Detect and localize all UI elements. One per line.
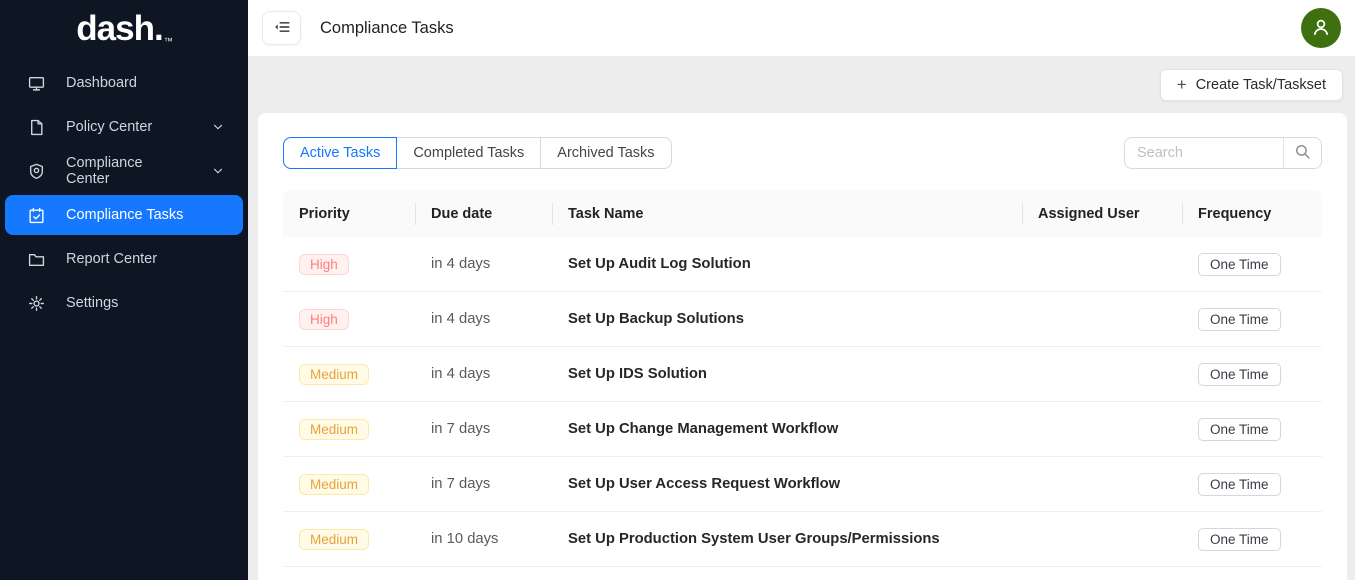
priority-badge: Medium [299, 529, 369, 550]
frequency-badge: One Time [1198, 418, 1281, 441]
table-body: High in 4 days Set Up Audit Log Solution… [283, 237, 1322, 567]
task-name-cell: Set Up User Access Request Workflow [552, 476, 1022, 492]
frequency-cell: One Time [1182, 308, 1322, 331]
sidebar-item-label: Report Center [66, 251, 157, 267]
frequency-cell: One Time [1182, 528, 1322, 551]
due-date-cell: in 4 days [415, 311, 552, 327]
tasks-table: Priority Due date Task Name Assigned Use… [283, 190, 1322, 567]
plus-icon: + [1177, 76, 1187, 93]
column-header-assigned-user: Assigned User [1022, 190, 1182, 237]
priority-badge: High [299, 254, 349, 275]
frequency-cell: One Time [1182, 473, 1322, 496]
user-avatar[interactable] [1301, 8, 1341, 48]
trademark-symbol: ™ [164, 36, 173, 46]
due-date-cell: in 7 days [415, 421, 552, 437]
priority-cell: High [283, 254, 415, 275]
shield-icon [28, 163, 45, 180]
brand-logo-text: dash. [76, 10, 162, 49]
sidebar-item-policy-center[interactable]: Policy Center [5, 107, 243, 147]
priority-cell: High [283, 309, 415, 330]
search-icon [1294, 143, 1311, 163]
frequency-badge: One Time [1198, 308, 1281, 331]
task-name-cell: Set Up Production System User Groups/Per… [552, 531, 1022, 547]
table-row[interactable]: Medium in 4 days Set Up IDS Solution One… [283, 347, 1322, 402]
sidebar-nav: Dashboard Policy Center Compliance Cente… [0, 58, 248, 327]
table-row[interactable]: Medium in 10 days Set Up Production Syst… [283, 512, 1322, 567]
search-input[interactable] [1125, 138, 1283, 168]
sidebar-item-compliance-tasks[interactable]: Compliance Tasks [5, 195, 243, 235]
column-header-priority: Priority [283, 190, 415, 237]
tab-archived-tasks[interactable]: Archived Tasks [541, 138, 670, 168]
sidebar-item-report-center[interactable]: Report Center [5, 239, 243, 279]
frequency-badge: One Time [1198, 363, 1281, 386]
priority-badge: Medium [299, 419, 369, 440]
priority-cell: Medium [283, 529, 415, 550]
chevron-down-icon [211, 120, 225, 134]
sidebar-item-label: Policy Center [66, 119, 152, 135]
tasks-card: Active Tasks Completed Tasks Archived Ta… [258, 113, 1347, 580]
chevron-down-icon [211, 164, 225, 178]
priority-cell: Medium [283, 419, 415, 440]
priority-cell: Medium [283, 364, 415, 385]
menu-fold-icon [273, 18, 291, 39]
column-header-frequency: Frequency [1182, 190, 1322, 237]
column-header-task-name: Task Name [552, 190, 1022, 237]
frequency-badge: One Time [1198, 253, 1281, 276]
top-header: Compliance Tasks [248, 0, 1355, 57]
tab-completed-tasks[interactable]: Completed Tasks [397, 138, 541, 168]
brand-logo: dash.™ [0, 0, 248, 58]
task-tabs: Active Tasks Completed Tasks Archived Ta… [283, 137, 672, 169]
table-header: Priority Due date Task Name Assigned Use… [283, 190, 1322, 237]
sidebar-item-label: Compliance Center [66, 155, 190, 187]
frequency-cell: One Time [1182, 363, 1322, 386]
task-name-cell: Set Up Backup Solutions [552, 311, 1022, 327]
folder-icon [28, 251, 45, 268]
gear-icon [28, 295, 45, 312]
card-toolbar: Active Tasks Completed Tasks Archived Ta… [283, 137, 1322, 169]
user-icon [1309, 15, 1333, 42]
calendar-check-icon [28, 207, 45, 224]
priority-cell: Medium [283, 474, 415, 495]
due-date-cell: in 4 days [415, 366, 552, 382]
table-row[interactable]: High in 4 days Set Up Backup Solutions O… [283, 292, 1322, 347]
action-band: + Create Task/Taskset [248, 57, 1355, 113]
priority-badge: Medium [299, 364, 369, 385]
task-name-cell: Set Up Audit Log Solution [552, 256, 1022, 272]
main-area: Compliance Tasks + Create Task/Taskset A… [248, 0, 1355, 580]
due-date-cell: in 7 days [415, 476, 552, 492]
sidebar-item-label: Settings [66, 295, 118, 311]
frequency-badge: One Time [1198, 528, 1281, 551]
table-row[interactable]: Medium in 7 days Set Up User Access Requ… [283, 457, 1322, 512]
tab-active-tasks[interactable]: Active Tasks [283, 137, 397, 169]
table-row[interactable]: Medium in 7 days Set Up Change Managemen… [283, 402, 1322, 457]
priority-badge: Medium [299, 474, 369, 495]
table-row[interactable]: High in 4 days Set Up Audit Log Solution… [283, 237, 1322, 292]
due-date-cell: in 4 days [415, 256, 552, 272]
sidebar-item-compliance-center[interactable]: Compliance Center [5, 151, 243, 191]
frequency-badge: One Time [1198, 473, 1281, 496]
create-task-button[interactable]: + Create Task/Taskset [1160, 69, 1343, 101]
search-box [1124, 137, 1322, 169]
page-title: Compliance Tasks [320, 19, 454, 38]
monitor-icon [28, 75, 45, 92]
sidebar-item-label: Dashboard [66, 75, 137, 91]
search-button[interactable] [1283, 138, 1321, 168]
sidebar: dash.™ Dashboard Policy Center Complianc… [0, 0, 248, 580]
sidebar-item-settings[interactable]: Settings [5, 283, 243, 323]
sidebar-item-dashboard[interactable]: Dashboard [5, 63, 243, 103]
sidebar-item-label: Compliance Tasks [66, 207, 183, 223]
due-date-cell: in 10 days [415, 531, 552, 547]
frequency-cell: One Time [1182, 418, 1322, 441]
priority-badge: High [299, 309, 349, 330]
task-name-cell: Set Up IDS Solution [552, 366, 1022, 382]
frequency-cell: One Time [1182, 253, 1322, 276]
create-task-button-label: Create Task/Taskset [1196, 77, 1326, 93]
document-icon [28, 119, 45, 136]
column-header-due-date: Due date [415, 190, 552, 237]
task-name-cell: Set Up Change Management Workflow [552, 421, 1022, 437]
sidebar-collapse-button[interactable] [262, 11, 301, 45]
